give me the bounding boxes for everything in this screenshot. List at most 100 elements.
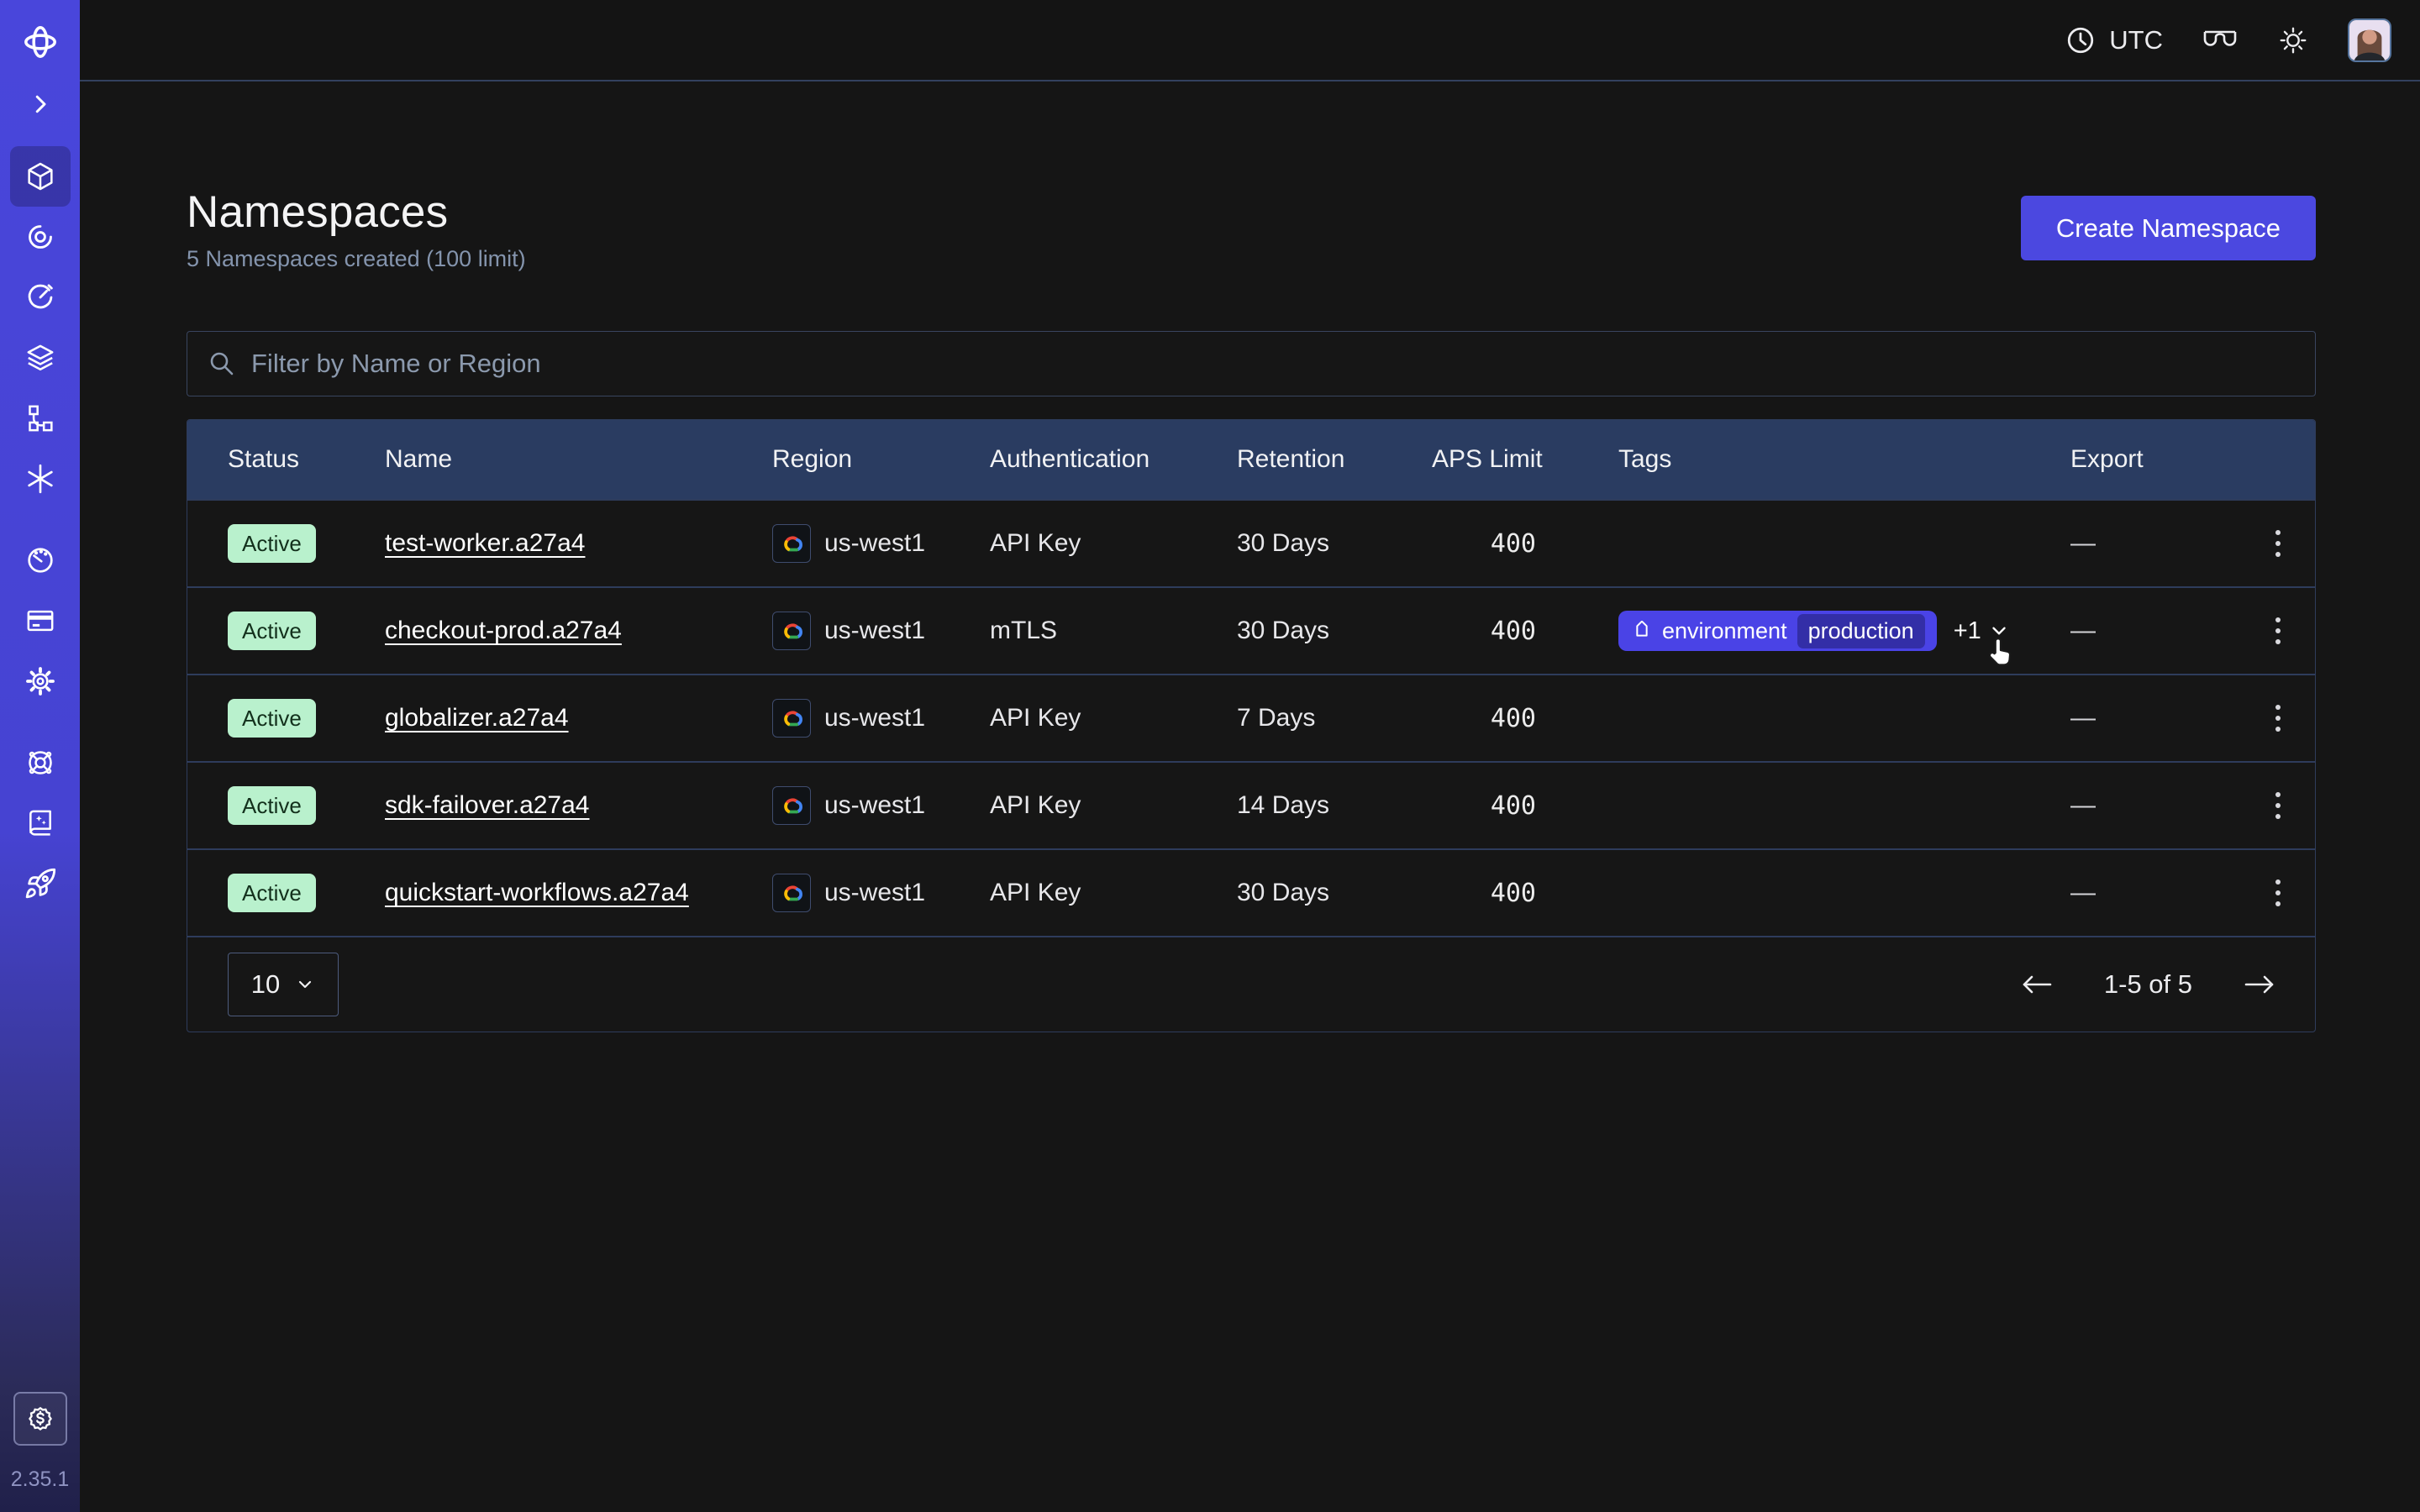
chevron-down-icon (1988, 620, 2010, 642)
retention-value: 14 Days (1237, 791, 1432, 820)
nav-workflows[interactable] (10, 207, 71, 267)
nav-getting-started[interactable] (10, 853, 71, 914)
app: 2.35.1 UTC (0, 0, 2420, 1512)
gear-icon (24, 664, 57, 698)
avatar[interactable] (2348, 18, 2391, 62)
table-row: Active test-worker.a27a4 (187, 499, 2315, 586)
region-label: us-west1 (824, 791, 925, 820)
region-label: us-west1 (824, 704, 925, 732)
timer-icon (24, 281, 57, 314)
col-tags: Tags (1618, 445, 2070, 474)
sidebar-expand-button[interactable] (22, 86, 59, 123)
status-badge: Active (228, 524, 316, 563)
filter-input[interactable] (251, 349, 2295, 379)
retention-value: 30 Days (1237, 529, 1432, 558)
nav-support[interactable] (10, 732, 71, 793)
row-menu-button[interactable] (2258, 518, 2298, 569)
nav-settings[interactable] (10, 651, 71, 711)
aps-value: 400 (1432, 529, 1618, 559)
clock-icon (2065, 25, 2096, 55)
cube-icon (24, 160, 57, 193)
export-value: — (2070, 791, 2240, 820)
gcloud-icon (772, 524, 811, 563)
timezone-label: UTC (2109, 25, 2163, 55)
nav-namespaces[interactable] (10, 146, 71, 207)
layers-icon (24, 341, 57, 375)
row-menu-button[interactable] (2258, 693, 2298, 743)
auth-value: mTLS (990, 617, 1237, 645)
row-menu-button[interactable] (2258, 868, 2298, 918)
gcloud-icon (772, 699, 811, 738)
main: UTC (80, 0, 2420, 1512)
col-aps-limit: APS Limit (1432, 445, 1618, 474)
aps-value: 400 (1432, 617, 1618, 646)
nav-usage[interactable] (10, 530, 71, 591)
table-footer: 10 1-5 of 5 (187, 936, 2315, 1032)
page-title: Namespaces (187, 186, 526, 238)
tag-chip[interactable]: environment production (1618, 611, 1937, 651)
nav-batch-operations[interactable] (10, 388, 71, 449)
namespace-link[interactable]: globalizer.a27a4 (385, 704, 569, 732)
temporal-logo-icon[interactable] (18, 20, 62, 64)
timezone-button[interactable]: UTC (2065, 25, 2163, 55)
region-label: us-west1 (824, 617, 925, 645)
namespace-link[interactable]: test-worker.a27a4 (385, 529, 585, 557)
tag-icon (1632, 621, 1652, 641)
table-row: Active checkout-prod.a27a4 (187, 586, 2315, 674)
next-page-button[interactable] (2241, 973, 2278, 996)
credits-button[interactable] (13, 1392, 67, 1446)
nav-schedules[interactable] (10, 267, 71, 328)
page-size-select[interactable]: 10 (228, 953, 339, 1016)
namespace-link[interactable]: checkout-prod.a27a4 (385, 617, 622, 644)
region-label: us-west1 (824, 879, 925, 907)
page-subtitle: 5 Namespaces created (100 limit) (187, 246, 526, 272)
pagination-range: 1-5 of 5 (2104, 969, 2192, 1000)
credit-card-icon (24, 604, 57, 638)
sidebar-nav (10, 146, 71, 914)
sidebar: 2.35.1 (0, 0, 80, 1512)
tag-value: production (1797, 614, 1925, 648)
asterisk-icon (24, 462, 57, 496)
arrow-right-icon (2241, 973, 2278, 996)
gauge-icon (24, 543, 57, 577)
retention-value: 7 Days (1237, 704, 1432, 732)
book-sparkles-icon (24, 806, 57, 840)
table-row: Active globalizer.a27a4 (187, 674, 2315, 761)
auth-value: API Key (990, 704, 1237, 732)
nav-billing[interactable] (10, 591, 71, 651)
auth-value: API Key (990, 529, 1237, 558)
content: Namespaces 5 Namespaces created (100 lim… (80, 81, 2420, 1032)
row-menu-button[interactable] (2258, 780, 2298, 831)
status-badge: Active (228, 786, 316, 825)
page-size-value: 10 (251, 969, 280, 1000)
theme-toggle-button[interactable] (2277, 24, 2309, 56)
export-value: — (2070, 529, 2240, 558)
col-status: Status (228, 445, 385, 474)
lifebuoy-icon (24, 746, 57, 780)
namespaces-table: Status Name Region Authentication Retent… (187, 419, 2316, 1032)
labs-button[interactable] (2202, 28, 2238, 53)
col-authentication: Authentication (990, 445, 1237, 474)
aps-value: 400 (1432, 791, 1618, 821)
col-export: Export (2070, 445, 2240, 474)
create-namespace-button[interactable]: Create Namespace (2021, 196, 2316, 260)
nav-nexus[interactable] (10, 449, 71, 509)
nav-deployments[interactable] (10, 328, 71, 388)
row-menu-button[interactable] (2258, 606, 2298, 656)
chevron-down-icon (295, 974, 315, 995)
auth-value: API Key (990, 791, 1237, 820)
status-badge: Active (228, 699, 316, 738)
namespace-link[interactable]: sdk-failover.a27a4 (385, 791, 590, 819)
export-value: — (2070, 879, 2240, 907)
table-header: Status Name Region Authentication Retent… (187, 420, 2315, 499)
prev-page-button[interactable] (2018, 973, 2055, 996)
aps-value: 400 (1432, 879, 1618, 908)
nav-docs[interactable] (10, 793, 71, 853)
auth-value: API Key (990, 879, 1237, 907)
tags-more-button[interactable]: +1 (1954, 617, 2010, 645)
export-value: — (2070, 704, 2240, 732)
status-badge: Active (228, 874, 316, 912)
namespace-link[interactable]: quickstart-workflows.a27a4 (385, 879, 689, 906)
swirl-icon (24, 220, 57, 254)
col-region: Region (772, 445, 990, 474)
